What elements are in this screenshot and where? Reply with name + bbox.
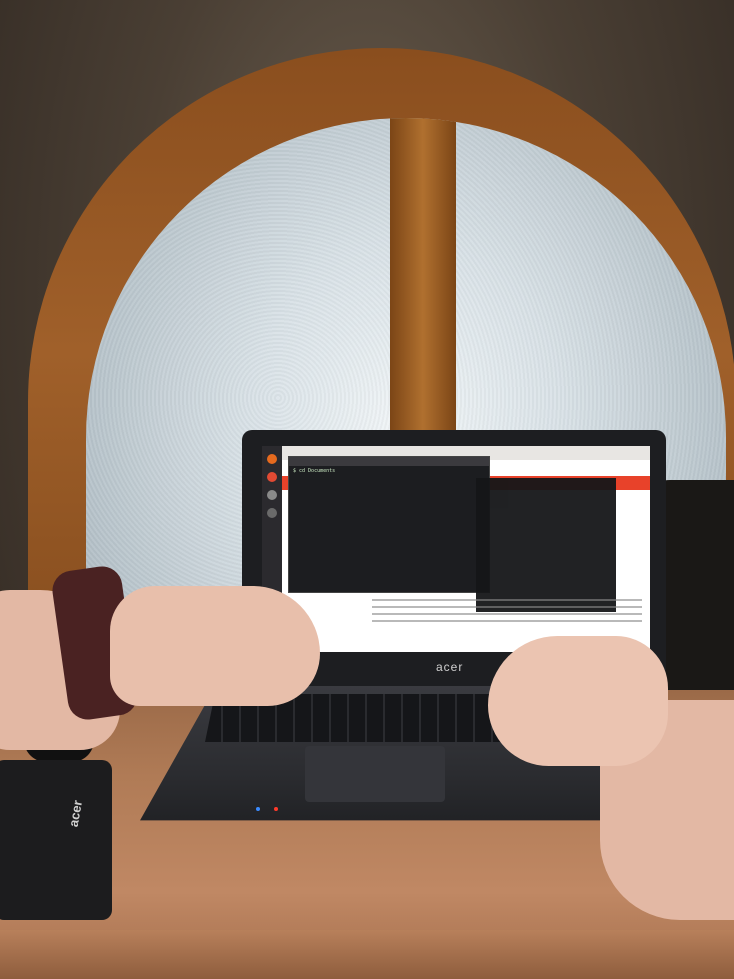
charge-led — [274, 807, 278, 811]
app-icon — [267, 508, 277, 518]
app-icon — [267, 490, 277, 500]
right-hand — [488, 636, 668, 766]
text-line — [372, 606, 642, 608]
terminal-title-bar — [289, 457, 489, 466]
photo-scene: $ cd Documents acer acer — [0, 0, 734, 979]
browser-icon — [267, 454, 277, 464]
left-hand — [110, 586, 320, 706]
desk-edge — [0, 930, 734, 979]
laptop-logo: acer — [436, 660, 464, 674]
text-line — [372, 613, 642, 615]
app-icon — [267, 472, 277, 482]
touchpad — [305, 746, 445, 802]
text-line — [372, 599, 642, 601]
power-adapter — [0, 760, 112, 920]
webpage-text — [372, 594, 642, 627]
power-led — [256, 807, 260, 811]
second-terminal-window — [476, 478, 616, 612]
laptop-screen: $ cd Documents — [262, 446, 650, 652]
terminal-prompt: $ cd Documents — [293, 468, 336, 474]
terminal-window: $ cd Documents — [288, 456, 490, 593]
text-line — [372, 620, 642, 622]
